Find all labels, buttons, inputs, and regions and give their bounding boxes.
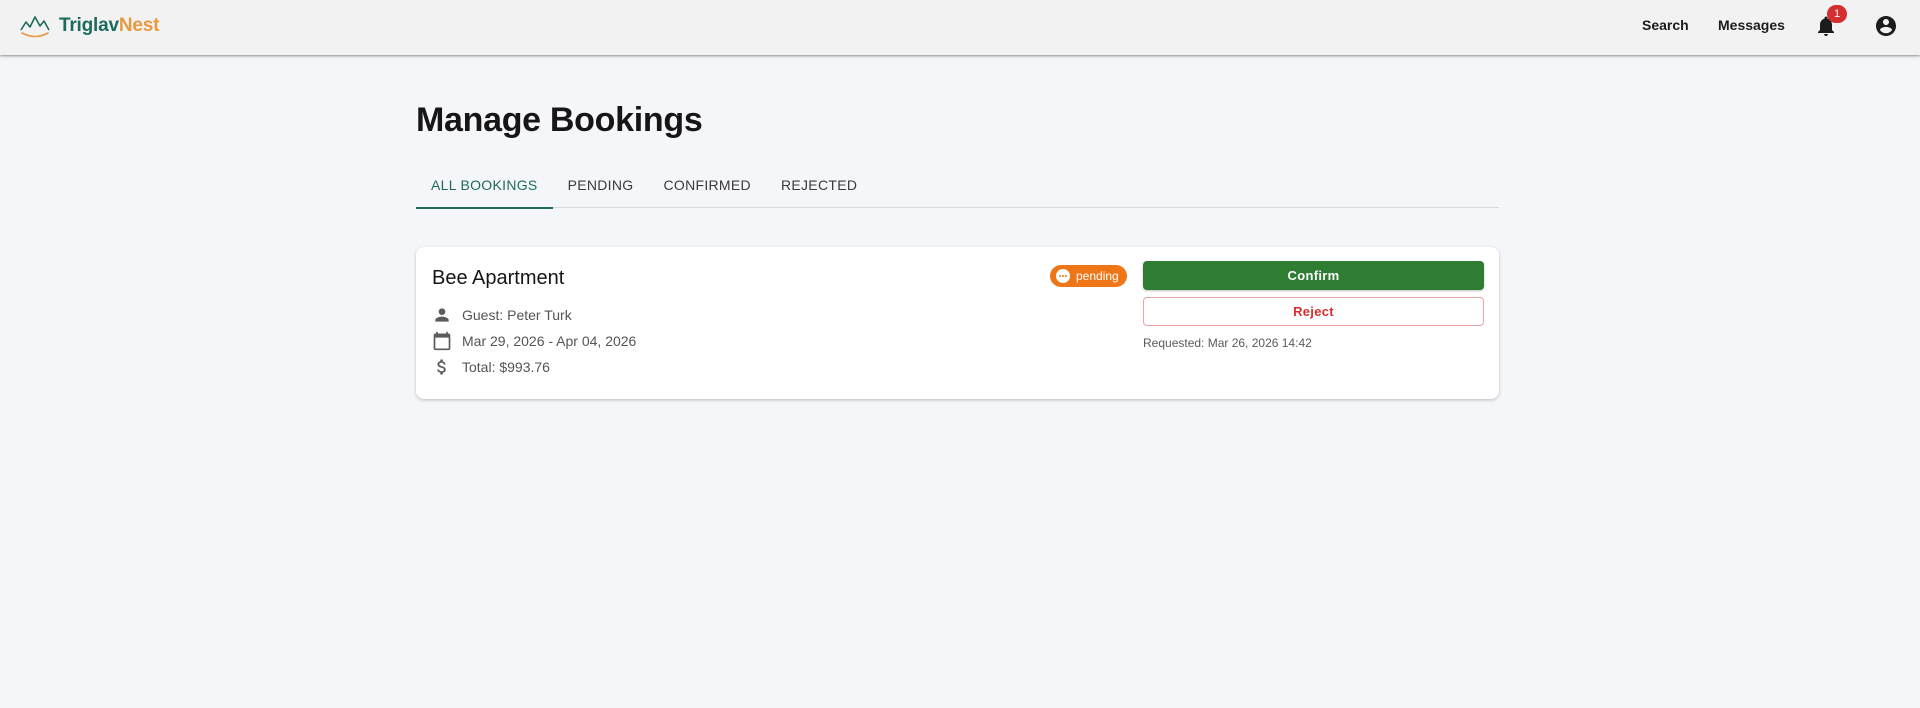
calendar-icon (433, 331, 451, 351)
booking-tabs: ALL BOOKINGS PENDING CONFIRMED REJECTED (416, 166, 1499, 209)
person-icon (435, 308, 449, 322)
app-bar: TriglavNest Search Messages 1 (0, 0, 1920, 55)
brand-logo-link[interactable]: TriglavNest (19, 13, 159, 39)
guest-row: Guest: Peter Turk (432, 305, 572, 325)
tab-rejected[interactable]: REJECTED (766, 166, 872, 208)
confirm-button[interactable]: Confirm (1143, 261, 1484, 290)
notification-count-badge: 1 (1827, 5, 1847, 23)
tab-confirmed[interactable]: CONFIRMED (648, 166, 765, 208)
dollar-icon (437, 359, 446, 375)
account-button[interactable] (1874, 14, 1898, 38)
booking-card: Bee Apartment Guest: Peter Turk Mar 29, … (416, 247, 1499, 399)
booking-dates: Mar 29, 2026 - Apr 04, 2026 (462, 333, 637, 349)
brand-name: TriglavNest (59, 15, 159, 37)
brand-name-primary: Triglav (59, 15, 119, 36)
tab-pending[interactable]: PENDING (553, 166, 649, 208)
mountain-logo-icon (20, 16, 50, 38)
nav-messages-link[interactable]: Messages (1718, 16, 1785, 34)
page-title: Manage Bookings (416, 101, 703, 139)
tab-all-bookings[interactable]: ALL BOOKINGS (416, 166, 553, 209)
brand-name-accent: Nest (118, 15, 160, 36)
booking-total: Total: $993.76 (462, 359, 550, 375)
dates-row: Mar 29, 2026 - Apr 04, 2026 (432, 331, 636, 351)
pending-dots-icon (1056, 269, 1070, 283)
status-label: pending (1076, 269, 1119, 283)
property-name: Bee Apartment (432, 267, 565, 289)
nav-search-link[interactable]: Search (1642, 16, 1689, 34)
status-badge: pending (1050, 265, 1127, 287)
reject-button[interactable]: Reject (1143, 297, 1484, 326)
account-circle-icon (1876, 16, 1896, 36)
guest-name: Guest: Peter Turk (462, 307, 572, 323)
total-row: Total: $993.76 (432, 357, 550, 377)
requested-timestamp: Requested: Mar 26, 2026 14:42 (1143, 336, 1312, 350)
